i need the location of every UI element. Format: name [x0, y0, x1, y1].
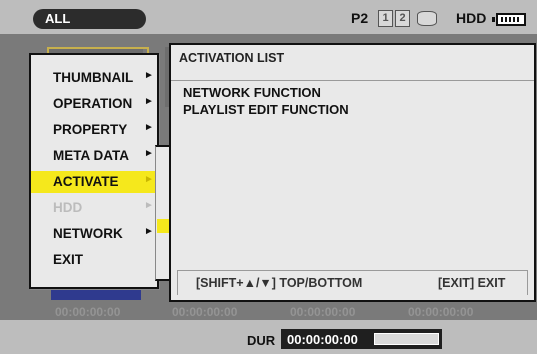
thumbnail-timecode: 00:00:00:00	[55, 305, 121, 319]
menu-item-meta-data[interactable]: META DATA ►	[31, 145, 157, 167]
menu-item-operation[interactable]: OPERATION ►	[31, 93, 157, 115]
list-item[interactable]: NETWORK FUNCTION	[183, 85, 321, 100]
duration-progress-bar	[374, 333, 439, 345]
submenu-arrow-icon: ►	[144, 148, 154, 159]
menu-item-activate[interactable]: ACTIVATE ►	[31, 171, 157, 193]
submenu-arrow-icon: ►	[144, 96, 154, 107]
thumbnail-timecode: 00:00:00:00	[408, 305, 474, 319]
hdd-icon	[417, 11, 437, 26]
divider	[171, 80, 534, 81]
menu-item-label: OPERATION	[53, 96, 133, 111]
submenu-arrow-icon: ►	[144, 200, 154, 211]
thumbnail-timecode: 00:00:00:00	[290, 305, 356, 319]
top-status-bar: ALL P2 1 2 HDD	[0, 0, 537, 34]
menu-item-label: META DATA	[53, 148, 129, 163]
panel-title: ACTIVATION LIST	[179, 51, 285, 65]
menu-item-label: ACTIVATE	[53, 174, 119, 189]
duration-value: 00:00:00:00	[287, 332, 358, 347]
shift-navigation-hint: [SHIFT+▲/▼] TOP/BOTTOM	[196, 276, 363, 290]
panel-footer: [SHIFT+▲/▼] TOP/BOTTOM [EXIT] EXIT	[177, 270, 528, 295]
submenu-arrow-icon: ►	[144, 70, 154, 81]
menu-item-label: PROPERTY	[53, 122, 128, 137]
slot-1-indicator: 1	[378, 10, 393, 27]
menu-item-label: EXIT	[53, 252, 84, 267]
duration-label: DUR	[247, 333, 276, 348]
p2-label: P2	[351, 10, 369, 26]
menu-item-label: HDD	[53, 200, 83, 215]
submenu-arrow-icon: ►	[144, 174, 154, 185]
menu-item-thumbnail[interactable]: THUMBNAIL ►	[31, 67, 157, 89]
activation-list-panel: ACTIVATION LIST NETWORK FUNCTION PLAYLIS…	[169, 43, 536, 302]
camera-screen: ALL P2 1 2 HDD 00:00:00:00 00:00:00:00 0…	[0, 0, 537, 354]
menu-item-hdd: HDD ►	[31, 197, 157, 219]
list-item[interactable]: PLAYLIST EDIT FUNCTION	[183, 102, 349, 117]
filter-all-label[interactable]: ALL	[33, 9, 146, 29]
slot-2-indicator: 2	[395, 10, 410, 27]
main-menu: THUMBNAIL ► OPERATION ► PROPERTY ► META …	[29, 53, 159, 289]
menu-item-network[interactable]: NETWORK ►	[31, 223, 157, 245]
thumbnail-selected-marker	[51, 288, 141, 300]
menu-item-property[interactable]: PROPERTY ►	[31, 119, 157, 141]
menu-item-label: NETWORK	[53, 226, 123, 241]
menu-item-label: THUMBNAIL	[53, 70, 134, 85]
submenu-arrow-icon: ►	[144, 122, 154, 133]
thumbnail-timecode: 00:00:00:00	[172, 305, 238, 319]
hdd-label: HDD	[456, 10, 487, 26]
submenu-selection-marker	[157, 219, 169, 233]
menu-item-exit[interactable]: EXIT	[31, 249, 157, 271]
battery-icon	[492, 13, 526, 26]
submenu-arrow-icon: ►	[144, 226, 154, 237]
exit-hint[interactable]: [EXIT] EXIT	[438, 276, 505, 290]
